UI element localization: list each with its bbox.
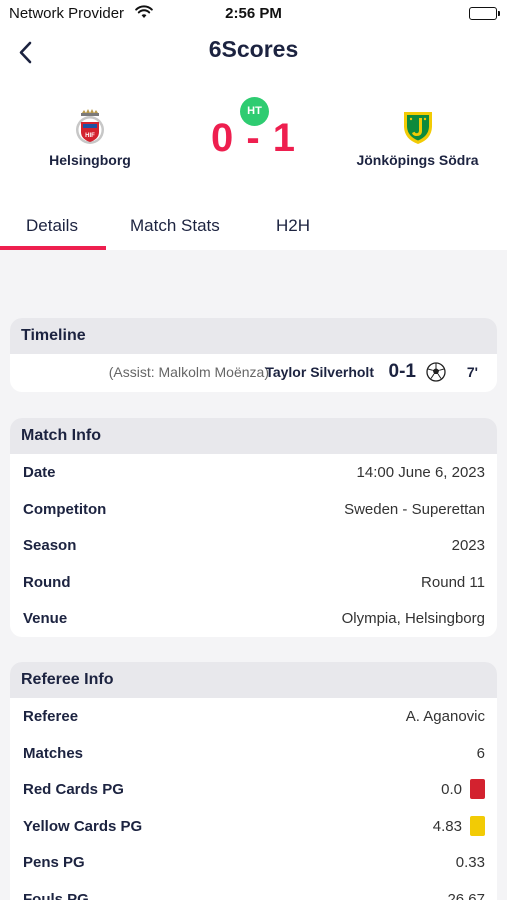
timeline-title: Timeline <box>10 318 497 354</box>
timeline-card: Timeline (Assist: Malkolm Moënza) Taylor… <box>10 318 497 392</box>
info-row-round: Round Round 11 <box>10 564 497 601</box>
info-label: Referee <box>23 708 79 725</box>
info-label: Red Cards PG <box>23 781 124 799</box>
info-value: 26.67 <box>447 890 485 900</box>
info-value: 14:00 June 6, 2023 <box>356 464 485 481</box>
status-bar: Network Provider 2:56 PM <box>0 0 507 28</box>
referee-info-card: Referee Info Referee A. Aganovic Matches… <box>10 662 497 900</box>
tab-details[interactable]: Details <box>26 216 78 236</box>
event-player: Taylor Silverholt <box>265 364 374 380</box>
battery-icon <box>469 7 500 20</box>
info-row-pens: Pens PG 0.33 <box>10 844 497 881</box>
info-label: Competiton <box>23 500 107 518</box>
info-value: Sweden - Superettan <box>344 500 485 518</box>
info-value: 0.33 <box>455 854 485 872</box>
info-label: Season <box>23 537 77 555</box>
info-row-red-cards: Red Cards PG 0.0 <box>10 771 497 808</box>
info-row-competition: Competiton Sweden - Superettan <box>10 491 497 528</box>
info-label: Venue <box>23 610 68 628</box>
event-score: 0-1 <box>388 361 416 382</box>
referee-info-title: Referee Info <box>10 662 497 698</box>
away-team-crest-icon <box>403 112 432 144</box>
info-row-matches: Matches 6 <box>10 735 497 772</box>
info-label: Fouls PG <box>23 890 89 900</box>
event-minute: 7' <box>466 364 478 380</box>
info-label: Yellow Cards PG <box>23 817 143 835</box>
info-row-season: Season 2023 <box>10 527 497 564</box>
info-row-referee: Referee A. Aganovic <box>10 698 497 735</box>
yellow-card-icon <box>470 815 485 836</box>
info-label: Date <box>23 464 56 481</box>
tab-h2h[interactable]: H2H <box>276 216 310 236</box>
info-row-yellow-cards: Yellow Cards PG 4.83 <box>10 808 497 845</box>
info-value: 0.0 <box>441 781 462 799</box>
page-title: 6Scores <box>208 36 299 62</box>
timeline-event[interactable]: (Assist: Malkolm Moënza) Taylor Silverho… <box>10 354 497 392</box>
info-value: 6 <box>476 744 485 762</box>
match-info-card: Match Info Date 14:00 June 6, 2023 Compe… <box>10 418 497 637</box>
event-assist: (Assist: Malkolm Moënza) <box>108 364 269 380</box>
away-team-name: Jönköpings Södra <box>356 152 479 168</box>
red-card-icon <box>470 779 485 800</box>
match-info-title: Match Info <box>10 418 497 454</box>
nav-bar: 6Scores <box>0 28 507 80</box>
info-value: Olympia, Helsingborg <box>341 610 485 628</box>
info-label: Pens PG <box>23 854 85 872</box>
tab-bar: Details Match Stats H2H <box>0 200 507 250</box>
away-team[interactable]: Jönköpings Södra <box>340 108 495 168</box>
info-row-date: Date 14:00 June 6, 2023 <box>10 454 497 491</box>
active-tab-indicator <box>0 246 106 250</box>
info-row-venue: Venue Olympia, Helsingborg <box>10 600 497 637</box>
info-label: Round <box>23 573 71 591</box>
tab-match-stats[interactable]: Match Stats <box>130 216 220 236</box>
info-row-fouls: Fouls PG 26.67 <box>10 881 497 900</box>
info-value: Round 11 <box>421 573 485 591</box>
match-header: HIF Helsingborg HT 0 - 1 Jönköpings Södr… <box>0 80 507 200</box>
info-value: 2023 <box>451 537 485 555</box>
soccer-ball-icon <box>426 362 446 385</box>
info-value: A. Aganovic <box>405 708 485 725</box>
info-label: Matches <box>23 744 84 762</box>
info-value: 4.83 <box>432 817 462 835</box>
clock: 2:56 PM <box>225 5 282 22</box>
